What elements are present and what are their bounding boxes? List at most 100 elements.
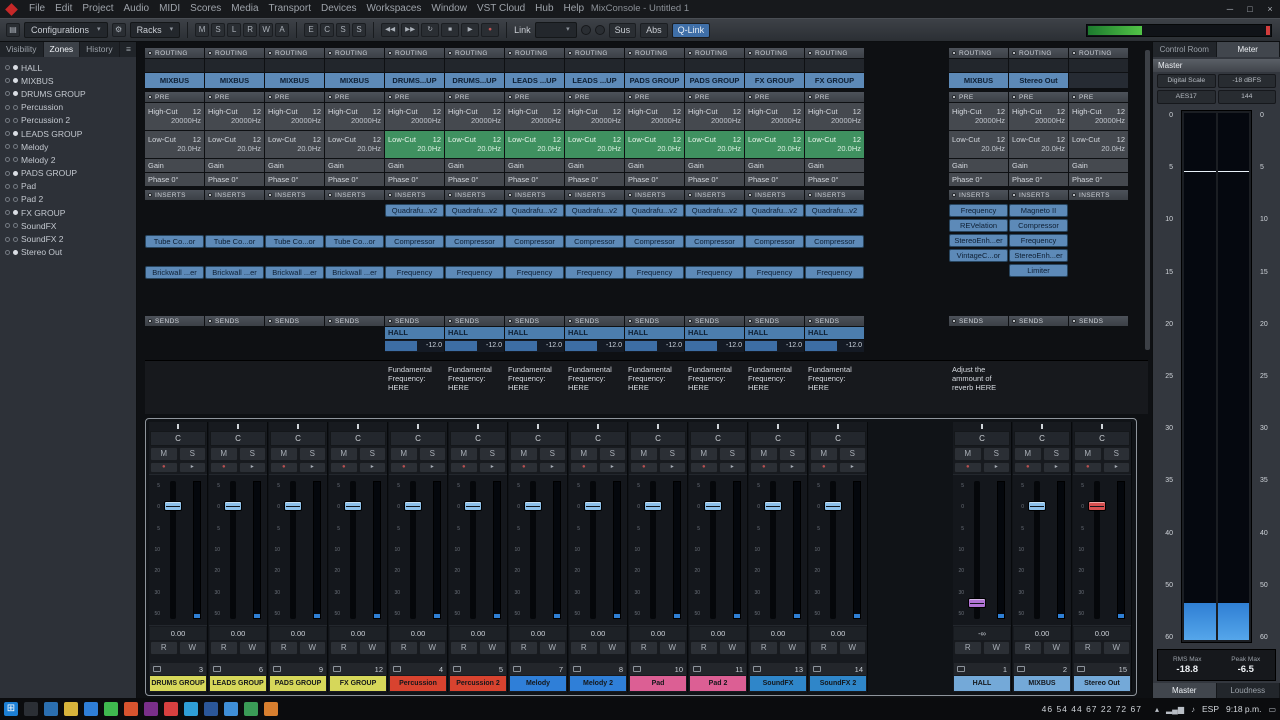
- rack-header-routing[interactable]: ROUTING: [445, 48, 504, 58]
- read-automation-button[interactable]: R: [690, 641, 718, 655]
- output-routing-cell[interactable]: DRUMS...UP: [385, 73, 444, 88]
- rack-header-pre[interactable]: PRE: [205, 92, 264, 102]
- rack-header-inserts[interactable]: INSERTS: [385, 190, 444, 200]
- send-level-bar[interactable]: -12.0: [505, 340, 564, 352]
- meter-panel-tab-meter[interactable]: Meter: [1216, 42, 1280, 57]
- output-routing-cell[interactable]: MIXBUS: [265, 73, 324, 88]
- sidebar-tab-zones[interactable]: Zones: [43, 42, 81, 57]
- notepad-cell[interactable]: [145, 361, 204, 414]
- monitor-button[interactable]: ▸: [418, 462, 446, 473]
- left-zone-dot-icon[interactable]: [5, 65, 10, 71]
- record-arm-button[interactable]: ●: [630, 462, 658, 473]
- gain-cell[interactable]: Gain: [1069, 159, 1128, 172]
- mute-button[interactable]: M: [330, 447, 358, 461]
- highcut-cell[interactable]: High-Cut 12 20000Hz: [325, 103, 384, 130]
- record-arm-button[interactable]: ●: [810, 462, 838, 473]
- rack-bypass-dot-icon[interactable]: [448, 193, 452, 197]
- insert-slot[interactable]: Compressor: [445, 235, 504, 248]
- rack-header-sends[interactable]: SENDS: [205, 316, 264, 326]
- mute-button[interactable]: M: [150, 447, 178, 461]
- rack-header-pre[interactable]: PRE: [505, 92, 564, 102]
- monitor-button[interactable]: ▸: [838, 462, 866, 473]
- right-zone-dot-icon[interactable]: [13, 223, 18, 229]
- rack-header-inserts[interactable]: INSERTS: [145, 190, 204, 200]
- rack-header-sends[interactable]: SENDS: [1069, 316, 1128, 326]
- fader[interactable]: 5 0 5 10 20 30 50: [629, 474, 687, 626]
- network-icon[interactable]: ▂▄▆: [1166, 705, 1184, 714]
- rack-bypass-dot-icon[interactable]: [568, 319, 572, 323]
- lowcut-cell[interactable]: Low-Cut 12 20.0Hz: [949, 131, 1008, 158]
- rack-bypass-dot-icon[interactable]: [508, 319, 512, 323]
- volume-icon[interactable]: ♪: [1191, 705, 1195, 714]
- write-automation-button[interactable]: W: [982, 641, 1010, 655]
- racks-scrollbar[interactable]: [1145, 50, 1150, 350]
- strip-handle[interactable]: [1073, 422, 1131, 430]
- output-routing-cell[interactable]: FX GROUP: [745, 73, 804, 88]
- insert-slot[interactable]: Quadrafu...v2: [445, 204, 504, 217]
- channel-name[interactable]: Pad 2: [690, 676, 746, 691]
- output-routing-cell[interactable]: LEADS ...UP: [505, 73, 564, 88]
- goto-next-button[interactable]: ▶▶: [401, 23, 420, 37]
- language-indicator[interactable]: ESP: [1202, 704, 1219, 714]
- lowcut-cell[interactable]: Low-Cut 12 20.0Hz: [805, 131, 864, 158]
- rack-bypass-dot-icon[interactable]: [148, 193, 152, 197]
- monitor-button[interactable]: ▸: [358, 462, 386, 473]
- insert-slot[interactable]: Quadrafu...v2: [385, 204, 444, 217]
- lowcut-cell[interactable]: Low-Cut 12 20.0Hz: [1009, 131, 1068, 158]
- gain-cell[interactable]: Gain: [445, 159, 504, 172]
- monitor-button[interactable]: ▸: [238, 462, 266, 473]
- insert-slot[interactable]: Quadrafu...v2: [745, 204, 804, 217]
- gain-cell[interactable]: Gain: [205, 159, 264, 172]
- highcut-cell[interactable]: High-Cut 12 20000Hz: [1069, 103, 1128, 130]
- phase-cell[interactable]: Phase 0°: [445, 173, 504, 186]
- meter-button-144[interactable]: 144: [1217, 90, 1276, 104]
- left-zone-dot-icon[interactable]: [5, 210, 10, 216]
- rack-bypass-dot-icon[interactable]: [748, 95, 752, 99]
- gain-cell[interactable]: Gain: [1009, 159, 1068, 172]
- fader-cap[interactable]: [404, 500, 422, 511]
- right-zone-dot-icon[interactable]: [13, 249, 18, 255]
- channel-name[interactable]: Percussion: [390, 676, 446, 691]
- rack-bypass-dot-icon[interactable]: [268, 95, 272, 99]
- sidebar-tab-history[interactable]: History: [80, 42, 120, 57]
- meter-bottom-tab-loudness[interactable]: Loudness: [1216, 683, 1280, 698]
- rack-bypass-dot-icon[interactable]: [148, 51, 152, 55]
- fader[interactable]: 5 0 5 10 20 30 50: [449, 474, 507, 626]
- read-automation-button[interactable]: R: [390, 641, 418, 655]
- insert-slot[interactable]: Compressor: [745, 235, 804, 248]
- link-dropdown[interactable]: ▾: [534, 22, 577, 38]
- sidebar-channel-drums-group[interactable]: DRUMS GROUP: [0, 87, 136, 100]
- write-automation-button[interactable]: W: [238, 641, 266, 655]
- rack-bypass-dot-icon[interactable]: [1012, 319, 1016, 323]
- fader[interactable]: 5 0 5 10 20 30 50: [329, 474, 387, 626]
- rack-bypass-dot-icon[interactable]: [208, 95, 212, 99]
- menu-edit[interactable]: Edit: [50, 0, 77, 18]
- rack-header-inserts[interactable]: INSERTS: [265, 190, 324, 200]
- strip-handle[interactable]: [449, 422, 507, 430]
- rack-bypass-dot-icon[interactable]: [1072, 51, 1076, 55]
- send-destination[interactable]: HALL: [745, 327, 804, 339]
- write-automation-button[interactable]: W: [718, 641, 746, 655]
- rack-header-inserts[interactable]: INSERTS: [325, 190, 384, 200]
- output-routing-cell[interactable]: LEADS ...UP: [565, 73, 624, 88]
- highcut-cell[interactable]: High-Cut 12 20000Hz: [445, 103, 504, 130]
- rack-header-inserts[interactable]: INSERTS: [745, 190, 804, 200]
- insert-slot[interactable]: StereoEnh...er: [949, 234, 1008, 247]
- insert-slot[interactable]: Frequency: [685, 266, 744, 279]
- lowcut-cell[interactable]: Low-Cut 12 20.0Hz: [145, 131, 204, 158]
- fader-cap[interactable]: [524, 500, 542, 511]
- insert-slot[interactable]: Tube Co...or: [325, 235, 384, 248]
- insert-slot[interactable]: Compressor: [1009, 219, 1068, 232]
- fader-cap[interactable]: [284, 500, 302, 511]
- rack-bypass-dot-icon[interactable]: [952, 51, 956, 55]
- clock[interactable]: 9:18 p.m.: [1226, 704, 1261, 714]
- strip-handle[interactable]: [209, 422, 267, 430]
- pan-control[interactable]: C: [954, 431, 1010, 446]
- meter-button-aes17[interactable]: AES17: [1157, 90, 1216, 104]
- pan-control[interactable]: C: [450, 431, 506, 446]
- menu-devices[interactable]: Devices: [316, 0, 362, 18]
- rack-bypass-dot-icon[interactable]: [388, 51, 392, 55]
- read-automation-button[interactable]: R: [450, 641, 478, 655]
- monitor-button[interactable]: ▸: [1102, 462, 1130, 473]
- rack-bypass-dot-icon[interactable]: [328, 51, 332, 55]
